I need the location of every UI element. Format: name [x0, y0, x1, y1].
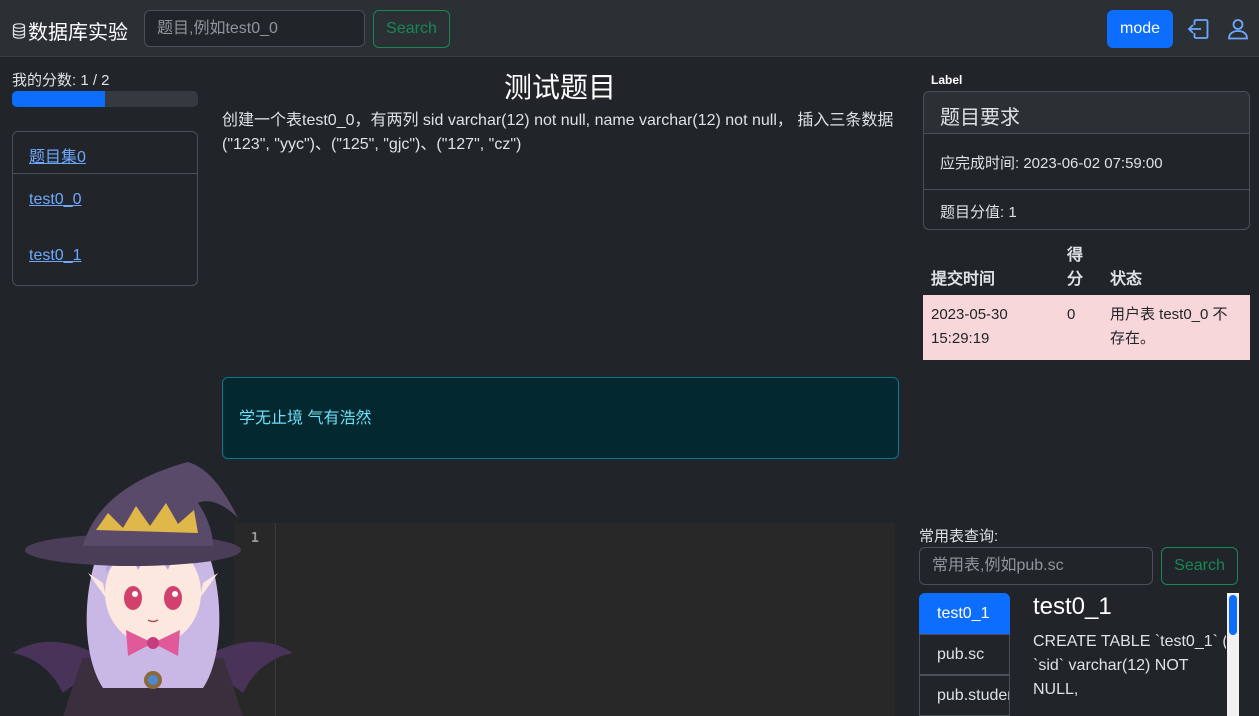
schema-sql: CREATE TABLE `test0_1` ( `sid` varchar(1… [1033, 633, 1226, 698]
score-progress-bar [12, 91, 198, 107]
requirements-header: 题目要求 [924, 92, 1249, 134]
table-row: 2023-05-30 15:29:19 0 用户表 test0_0 不 存在。 [923, 295, 1250, 360]
deadline-text: 应完成时间: 2023-06-02 07:59:00 [940, 155, 1163, 172]
top-navbar: 数据库实验 Search mode [0, 0, 1259, 57]
logout-icon[interactable] [1186, 17, 1210, 41]
common-tables-label: 常用表查询: [919, 528, 999, 545]
card-divider [924, 189, 1249, 190]
submission-date: 2023-05-30 [931, 306, 1008, 323]
problem-link-test0-0[interactable]: test0_0 [29, 191, 81, 209]
brand-title: 数据库实验 [28, 22, 128, 44]
submission-time: 15:29:19 [931, 330, 990, 347]
problem-title: 测试题目 [503, 72, 616, 103]
witch-mascot-image [13, 462, 293, 716]
header-score-2: 分 [1067, 271, 1084, 288]
database-icon [12, 22, 26, 39]
problem-set-header: 题目集0 [13, 132, 197, 174]
header-score-1: 得 [1067, 247, 1084, 264]
score-progress-fill [12, 91, 105, 107]
motto-alert: 学无止境 气有浩然 [222, 377, 899, 459]
panel-label: Label [931, 73, 963, 87]
common-table-search-button[interactable]: Search [1161, 547, 1238, 585]
schema-scrollbar[interactable] [1227, 593, 1239, 716]
problem-search-input[interactable] [144, 10, 365, 47]
requirements-card: 题目要求 应完成时间: 2023-06-02 07:59:00 题目分值: 1 [923, 91, 1250, 230]
mode-toggle-button[interactable]: mode [1107, 10, 1173, 48]
schema-title: test0_1 [1033, 593, 1112, 620]
submission-status-1: 用户表 test0_0 不 [1110, 306, 1228, 323]
problem-link-test0-1[interactable]: test0_1 [29, 247, 81, 265]
problem-description: 创建一个表test0_0，有两列 sid varchar(12) not nul… [222, 112, 894, 153]
tab-pub-sc[interactable]: pub.sc [919, 634, 1010, 675]
scrollbar-thumb[interactable] [1229, 595, 1237, 635]
submission-status-2: 存在。 [1110, 330, 1156, 347]
problem-set-list: 题目集0 test0_0 test0_1 [12, 131, 198, 286]
my-score-label: 我的分数: 1 / 2 [12, 72, 110, 89]
common-table-search-input[interactable] [919, 547, 1153, 585]
problem-set-link[interactable]: 题目集0 [29, 149, 86, 166]
submission-score: 0 [1067, 306, 1076, 323]
points-text: 题目分值: 1 [940, 204, 1017, 221]
header-status: 状态 [1110, 271, 1143, 288]
brand[interactable]: 数据库实验 [12, 16, 128, 45]
header-time: 提交时间 [931, 271, 996, 288]
tab-pub-student[interactable]: pub.student [919, 675, 1010, 716]
user-icon[interactable] [1226, 17, 1250, 41]
problem-search-button[interactable]: Search [373, 10, 450, 48]
table-tabs: test0_1 pub.sc pub.student [919, 593, 1010, 716]
table-schema-panel: test0_1 CREATE TABLE `test0_1` ( `sid` v… [1021, 593, 1226, 716]
tab-test0-1[interactable]: test0_1 [919, 593, 1010, 634]
sql-editor[interactable]: 1 [234, 523, 895, 716]
